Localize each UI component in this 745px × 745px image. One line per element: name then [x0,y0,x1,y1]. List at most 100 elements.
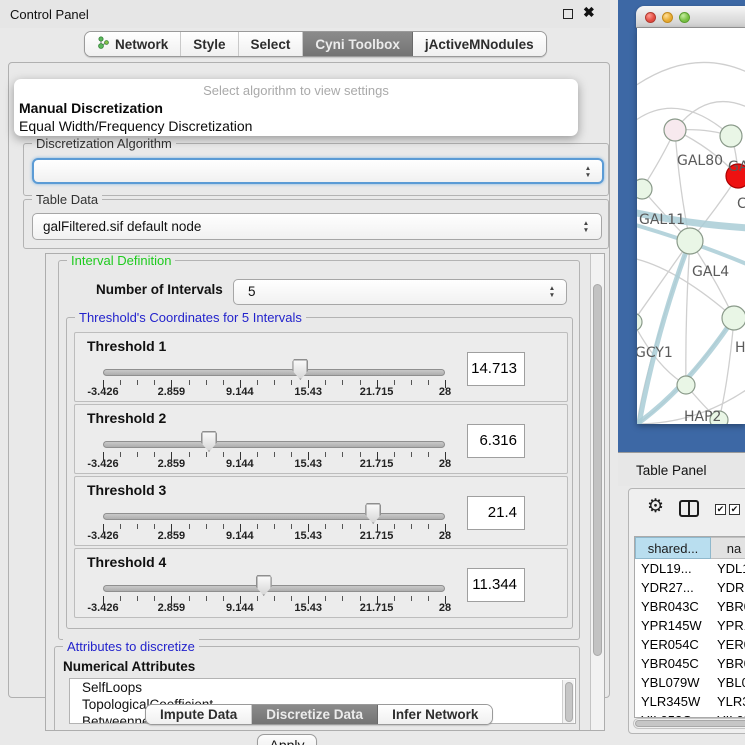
gear-icon[interactable]: ⚙ [647,497,664,517]
threshold-value-field[interactable]: 11.344 [467,568,525,602]
table-cell: YBR045C [711,654,745,673]
tick [360,524,361,529]
network-canvas[interactable]: GAL80GACGAL11GAL4GCY1HHAP2 [637,28,745,424]
network-window-titlebar[interactable] [636,6,745,28]
horizontal-scrollbar[interactable] [633,718,745,729]
node-label: HAP2 [684,409,721,424]
threshold-panel: Threshold 4-3.4262.8599.14415.4321.71528… [74,548,568,618]
scrollbar-thumb[interactable] [635,720,745,727]
tick [394,524,395,529]
table-row[interactable]: YDL19...YDL19... [635,559,745,578]
tick [223,596,224,601]
table-cell: YIL052C [711,711,745,717]
screen: Control Panel ✖ NetworkStyleSelectCyni T… [0,0,745,745]
tab-impute-data[interactable]: Impute Data [146,705,252,724]
tab-infer-network[interactable]: Infer Network [378,705,492,724]
node-gal11[interactable] [637,179,652,199]
slider-thumb[interactable] [256,575,272,596]
minimize-traffic-light-icon[interactable] [662,12,673,23]
list-scrollbar[interactable] [562,680,574,724]
tab-network[interactable]: Network [85,32,181,56]
slider-thumb[interactable] [201,431,217,452]
scrollbar-thumb[interactable] [593,284,602,656]
tick [154,596,155,601]
tick [428,596,429,601]
table-row[interactable]: YBR045CYBR045C [635,654,745,673]
slider-track[interactable] [103,585,445,592]
table-cell: YIL052C [635,711,711,717]
threshold-value-field[interactable]: 21.4 [467,496,525,530]
table-cell: YLR345W [711,692,745,711]
tick [325,524,326,529]
network-view-window[interactable]: GAL80GACGAL11GAL4GCY1HHAP2 [636,6,745,446]
table-row[interactable]: YPR145WYPR145W [635,616,745,635]
tab-jactivemnodules[interactable]: jActiveMNodules [413,32,546,56]
zoom-traffic-light-icon[interactable] [679,12,690,23]
slider-track[interactable] [103,513,445,520]
vertical-scrollbar[interactable] [590,254,604,730]
tick-label: 28 [415,386,475,398]
table-row[interactable]: YIL052CYIL052C [635,711,745,717]
table-rows: YDL19...YDL19...YDR27...YDR27...YBR043CY… [635,559,745,717]
list-item[interactable]: SelfLoops [70,679,575,696]
number-of-intervals-combobox[interactable]: 5 [233,279,567,305]
tick [342,524,343,529]
table-row[interactable]: YDR27...YDR27... [635,578,745,597]
node-h[interactable] [722,306,745,330]
slider-track[interactable] [103,369,445,376]
table-row[interactable]: YLR345WYLR345W [635,692,745,711]
table-panel-title: Table Panel [636,463,707,478]
node-hap2[interactable] [677,376,695,394]
split-columns-icon[interactable] [679,500,699,517]
table-row[interactable]: YER054CYER054C [635,635,745,654]
tick [257,452,258,457]
tab-style[interactable]: Style [181,32,238,56]
algorithm-combobox[interactable]: ▲▼ [32,158,604,184]
checked-checkbox-icon[interactable]: ✔ [729,504,740,515]
dropdown-item[interactable]: Equal Width/Frequency Discretization [19,118,252,134]
table-data-group: Table Data galFiltered.sif default node … [23,199,609,249]
table-row[interactable]: YBR043CYBR043C [635,597,745,616]
table-cell: YDR27... [635,578,711,597]
threshold-panel: Threshold 2-3.4262.8599.14415.4321.71528… [74,404,568,474]
tab-label: Discretize Data [266,707,363,722]
tick-label: 2.859 [141,530,201,542]
float-panel-icon[interactable] [563,9,573,19]
column-header[interactable]: na [711,537,745,559]
node-label: GA [728,159,745,175]
tab-discretize-data[interactable]: Discretize Data [252,705,378,724]
table-row[interactable]: YBL079WYBL079W [635,673,745,692]
network-icon [97,36,110,52]
column-header[interactable]: shared... [635,537,711,559]
tick [342,380,343,385]
checked-checkbox-icon[interactable]: ✔ [715,504,726,515]
table-cell: YBR045C [635,654,711,673]
split-pane-divider[interactable] [610,0,618,745]
tick [154,524,155,529]
table-data-combobox[interactable]: galFiltered.sif default node [32,213,602,240]
dropdown-placeholder-item[interactable]: Select algorithm to view settings [14,83,578,98]
tick [257,596,258,601]
threshold-value-field[interactable]: 6.316 [467,424,525,458]
edge-thick [639,241,690,424]
node-ga[interactable] [720,125,742,147]
slider-thumb[interactable] [365,503,381,524]
dropdown-item[interactable]: Manual Discretization [19,100,163,116]
node-gal4[interactable] [677,228,703,254]
tab-cyni-toolbox[interactable]: Cyni Toolbox [303,32,413,56]
node-gcy1[interactable] [637,313,642,331]
slider-track[interactable] [103,441,445,448]
tab-select[interactable]: Select [239,32,304,56]
tick [206,596,207,601]
close-icon[interactable]: ✖ [583,4,595,21]
tick-label: 21.715 [347,458,407,470]
tick [154,380,155,385]
close-traffic-light-icon[interactable] [645,12,656,23]
threshold-value-field[interactable]: 14.713 [467,352,525,386]
tick [189,524,190,529]
scrollbar-thumb[interactable] [565,682,573,722]
node-gal80[interactable] [664,119,686,141]
slider-thumb[interactable] [292,359,308,380]
apply-button[interactable]: Apply [257,734,317,745]
panel-title: Control Panel [10,7,89,22]
